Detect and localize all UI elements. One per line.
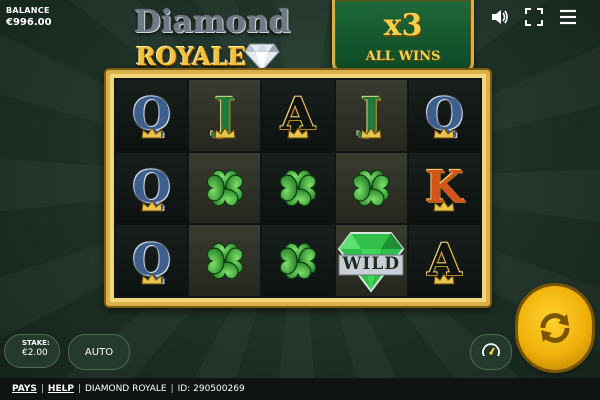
crown-icon	[141, 272, 163, 285]
card-symbol-q: Q	[132, 165, 171, 212]
crown-icon	[287, 127, 309, 139]
reel-cell	[262, 152, 334, 224]
turbo-button[interactable]	[470, 334, 512, 370]
balance-display: BALANCE €996.00	[6, 6, 52, 28]
reel-cell	[189, 152, 261, 224]
logo-line-2: ROYALE	[136, 42, 247, 71]
clover-icon	[206, 169, 244, 207]
clover-icon	[279, 242, 317, 279]
reel-frame: Q J A J Q Q K Q WILD A	[106, 70, 490, 306]
spin-button[interactable]	[518, 286, 592, 370]
footer-bar: PAYS | HELP | DIAMOND ROYALE | ID: 29050…	[0, 378, 600, 400]
reel-cell: Q	[116, 80, 188, 151]
reel-cell: Q	[408, 80, 480, 151]
card-symbol-a: A	[281, 93, 315, 139]
game-id: ID: 290500269	[177, 384, 245, 394]
card-symbol-q: Q	[132, 93, 171, 139]
reel-cell: K	[408, 152, 480, 224]
reel-cell: WILD	[335, 225, 407, 296]
clover-icon	[352, 169, 390, 207]
crown-icon	[141, 127, 163, 139]
card-symbol-q: Q	[132, 238, 171, 285]
hamburger-menu-icon[interactable]	[558, 7, 578, 27]
reel-grid: Q J A J Q Q K Q WILD A	[116, 80, 480, 296]
reel-cell	[262, 225, 334, 296]
footer-separator: |	[77, 384, 81, 394]
crown-icon	[433, 127, 455, 139]
reel-cell: A	[262, 80, 334, 151]
card-symbol-j: J	[360, 93, 382, 139]
crown-icon	[141, 200, 163, 212]
reel-cell	[335, 152, 407, 224]
card-symbol-q: Q	[425, 93, 464, 139]
crown-icon	[360, 127, 382, 139]
card-symbol-j: J	[214, 93, 236, 139]
reel-cell: Q	[116, 152, 188, 224]
crown-icon	[214, 127, 236, 139]
game-logo: Diamond ROYALE	[126, 4, 292, 72]
balance-value: €996.00	[6, 17, 52, 28]
help-link[interactable]: HELP	[48, 384, 74, 394]
fullscreen-icon[interactable]	[524, 7, 544, 27]
reel-cell: Q	[116, 225, 188, 296]
stake-button[interactable]: STAKE: €2.00	[4, 334, 60, 368]
auto-play-button[interactable]: AUTO	[68, 334, 130, 370]
reel-cell: J	[335, 80, 407, 151]
footer-separator: |	[40, 384, 44, 394]
stake-value: €2.00	[22, 348, 48, 358]
footer-separator: |	[170, 384, 174, 394]
stake-label: STAKE:	[22, 339, 50, 347]
game-name: DIAMOND ROYALE	[84, 384, 167, 394]
speaker-icon[interactable]	[490, 7, 510, 27]
card-symbol-k: K	[425, 165, 464, 212]
reel-cell: J	[189, 80, 261, 151]
spin-arrows-icon	[540, 313, 570, 343]
card-symbol-a: A	[427, 238, 461, 285]
crown-icon	[433, 272, 455, 285]
multiplier-text: ALL WINS	[365, 49, 441, 64]
clover-icon	[206, 242, 244, 279]
multiplier-value: x3	[383, 8, 423, 43]
logo-line-1: Diamond	[134, 4, 291, 40]
multiplier-banner: x3 ALL WINS	[332, 0, 474, 73]
crown-icon	[433, 200, 455, 212]
wild-symbol-text: WILD	[342, 253, 401, 274]
clover-icon	[279, 169, 317, 207]
reel-cell: A	[408, 225, 480, 296]
reel-cell	[189, 225, 261, 296]
turbo-gauge-icon	[482, 343, 500, 357]
pays-link[interactable]: PAYS	[12, 384, 37, 394]
diamond-gem-icon	[244, 43, 280, 72]
balance-label: BALANCE	[6, 6, 50, 15]
top-toolbar	[490, 7, 578, 27]
